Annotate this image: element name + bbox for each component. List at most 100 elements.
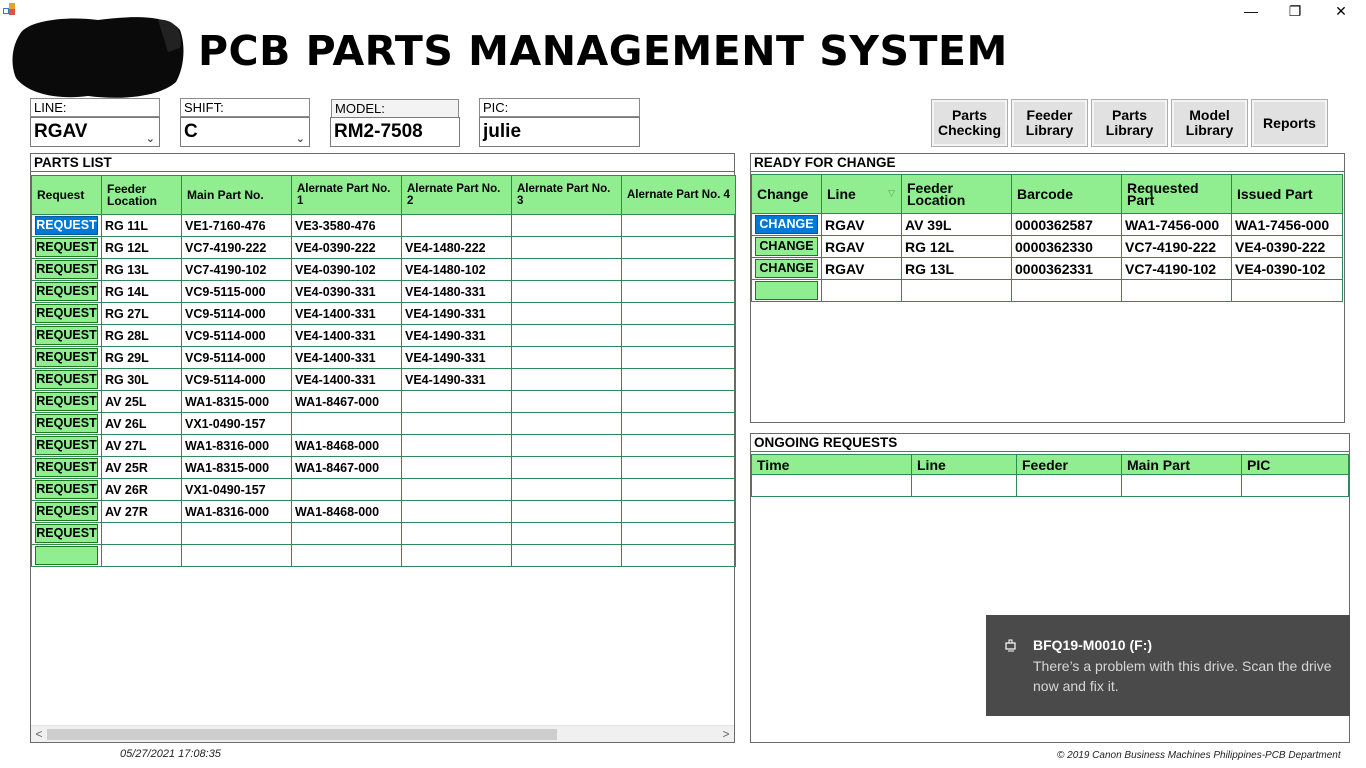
alt-part-2-cell[interactable]: VE4-1490-331: [401, 302, 512, 325]
alt-part-4-cell[interactable]: [621, 544, 736, 567]
parts-library-button[interactable]: Parts Library: [1091, 99, 1168, 147]
col-header-feeder-location[interactable]: Feeder Location: [101, 175, 182, 215]
table-row[interactable]: REQUEST RG 13L VC7-4190-102 VE4-0390-102 VE4…: [31, 258, 736, 281]
feeder-location-cell[interactable]: RG 12L: [101, 236, 182, 259]
alt-part-1-cell[interactable]: [291, 522, 402, 545]
request-button[interactable]: REQUEST: [35, 216, 98, 235]
table-row[interactable]: REQUEST RG 28L VC9-5114-000 VE4-1400-331 VE4…: [31, 324, 736, 347]
feeder-location-cell[interactable]: RG 12L: [901, 235, 1012, 258]
request-button[interactable]: REQUEST: [35, 524, 98, 543]
feeder-location-cell[interactable]: AV 25L: [101, 390, 182, 413]
col-header-time[interactable]: Time: [751, 454, 912, 475]
alt-part-3-cell[interactable]: [511, 522, 622, 545]
line-cell[interactable]: RGAV: [821, 213, 902, 236]
main-part-cell[interactable]: VC9-5115-000: [181, 280, 292, 303]
table-row[interactable]: REQUEST: [31, 522, 736, 545]
request-button[interactable]: REQUEST: [35, 480, 98, 499]
change-button[interactable]: CHANGE: [755, 215, 818, 234]
table-row[interactable]: REQUEST AV 25L WA1-8315-000 WA1-8467-000: [31, 390, 736, 413]
main-part-cell[interactable]: WA1-8316-000: [181, 434, 292, 457]
alt-part-4-cell[interactable]: [621, 412, 736, 435]
table-row[interactable]: REQUEST RG 29L VC9-5114-000 VE4-1400-331 VE4…: [31, 346, 736, 369]
table-row[interactable]: REQUEST AV 27R WA1-8316-000 WA1-8468-000: [31, 500, 736, 523]
alt-part-4-cell[interactable]: [621, 324, 736, 347]
alt-part-1-cell[interactable]: [291, 478, 402, 501]
shift-select[interactable]: C ⌄: [180, 117, 310, 147]
main-part-cell[interactable]: [181, 544, 292, 567]
restore-button[interactable]: ❐: [1272, 0, 1318, 22]
table-row[interactable]: REQUEST RG 12L VC7-4190-222 VE4-0390-222 VE4…: [31, 236, 736, 259]
alt-part-1-cell[interactable]: VE4-1400-331: [291, 302, 402, 325]
change-button[interactable]: [755, 281, 818, 300]
col-header-pic[interactable]: PIC: [1241, 454, 1349, 475]
alt-part-4-cell[interactable]: [621, 522, 736, 545]
alt-part-3-cell[interactable]: [511, 346, 622, 369]
feeder-location-cell[interactable]: RG 30L: [101, 368, 182, 391]
pic-field[interactable]: julie: [479, 117, 640, 147]
main-part-cell[interactable]: VX1-0490-157: [181, 412, 292, 435]
alt-part-2-cell[interactable]: [401, 544, 512, 567]
alt-part-1-cell[interactable]: [291, 544, 402, 567]
alt-part-4-cell[interactable]: [621, 346, 736, 369]
feeder-location-cell[interactable]: AV 27L: [101, 434, 182, 457]
alt-part-4-cell[interactable]: [621, 390, 736, 413]
parts-list-hscrollbar[interactable]: < >: [31, 725, 734, 742]
request-button[interactable]: REQUEST: [35, 392, 98, 411]
alt-part-1-cell[interactable]: VE4-0390-102: [291, 258, 402, 281]
feeder-location-cell[interactable]: [901, 279, 1012, 302]
feeder-location-cell[interactable]: AV 27R: [101, 500, 182, 523]
alt-part-2-cell[interactable]: VE4-1480-222: [401, 236, 512, 259]
request-button[interactable]: REQUEST: [35, 282, 98, 301]
alt-part-3-cell[interactable]: [511, 456, 622, 479]
table-row[interactable]: REQUEST AV 26R VX1-0490-157: [31, 478, 736, 501]
col-header-alt-part-3[interactable]: Alernate Part No. 3: [511, 175, 622, 215]
alt-part-4-cell[interactable]: [621, 434, 736, 457]
alt-part-3-cell[interactable]: [511, 412, 622, 435]
feeder-location-cell[interactable]: RG 28L: [101, 324, 182, 347]
issued-part-cell[interactable]: VE4-0390-102: [1231, 257, 1343, 280]
table-row[interactable]: [751, 474, 1349, 497]
requested-part-cell[interactable]: [1121, 279, 1232, 302]
alt-part-4-cell[interactable]: [621, 478, 736, 501]
alt-part-4-cell[interactable]: [621, 456, 736, 479]
table-cell[interactable]: [751, 474, 912, 497]
drive-error-toast[interactable]: BFQ19-M0010 (F:) There’s a problem with …: [986, 615, 1350, 716]
table-row[interactable]: REQUEST AV 27L WA1-8316-000 WA1-8468-000: [31, 434, 736, 457]
feeder-location-cell[interactable]: RG 13L: [101, 258, 182, 281]
feeder-location-cell[interactable]: RG 13L: [901, 257, 1012, 280]
alt-part-1-cell[interactable]: VE4-1400-331: [291, 324, 402, 347]
main-part-cell[interactable]: VC9-5114-000: [181, 368, 292, 391]
main-part-cell[interactable]: WA1-8315-000: [181, 390, 292, 413]
col-header-line[interactable]: Line: [911, 454, 1017, 475]
alt-part-3-cell[interactable]: [511, 258, 622, 281]
feeder-location-cell[interactable]: AV 39L: [901, 213, 1012, 236]
table-row[interactable]: REQUEST RG 14L VC9-5115-000 VE4-0390-331 VE4…: [31, 280, 736, 303]
table-row[interactable]: REQUEST AV 26L VX1-0490-157: [31, 412, 736, 435]
alt-part-1-cell[interactable]: WA1-8467-000: [291, 456, 402, 479]
table-row[interactable]: REQUEST RG 11L VE1-7160-476 VE3-3580-476: [31, 214, 736, 237]
main-part-cell[interactable]: VC9-5114-000: [181, 324, 292, 347]
request-button[interactable]: REQUEST: [35, 458, 98, 477]
col-header-issued-part[interactable]: Issued Part: [1231, 174, 1343, 214]
col-header-change[interactable]: Change: [751, 174, 822, 214]
col-header-main-part[interactable]: Main Part: [1121, 454, 1242, 475]
col-header-alt-part-4[interactable]: Alernate Part No. 4: [621, 175, 736, 215]
table-row[interactable]: REQUEST AV 25R WA1-8315-000 WA1-8467-000: [31, 456, 736, 479]
reports-button[interactable]: Reports: [1251, 99, 1328, 147]
issued-part-cell[interactable]: WA1-7456-000: [1231, 213, 1343, 236]
col-header-feeder[interactable]: Feeder: [1016, 454, 1122, 475]
alt-part-4-cell[interactable]: [621, 302, 736, 325]
close-button[interactable]: ✕: [1318, 0, 1364, 22]
table-row[interactable]: CHANGE RGAV AV 39L 0000362587 WA1-7456-000 WA…: [751, 213, 1343, 236]
alt-part-2-cell[interactable]: [401, 390, 512, 413]
alt-part-1-cell[interactable]: VE4-0390-331: [291, 280, 402, 303]
alt-part-2-cell[interactable]: VE4-1490-331: [401, 346, 512, 369]
alt-part-3-cell[interactable]: [511, 544, 622, 567]
line-cell[interactable]: RGAV: [821, 257, 902, 280]
table-row[interactable]: REQUEST RG 27L VC9-5114-000 VE4-1400-331 VE4…: [31, 302, 736, 325]
alt-part-3-cell[interactable]: [511, 302, 622, 325]
col-header-feeder-location[interactable]: Feeder Location: [901, 174, 1012, 214]
issued-part-cell[interactable]: [1231, 279, 1343, 302]
minimize-button[interactable]: —: [1228, 0, 1274, 22]
alt-part-4-cell[interactable]: [621, 236, 736, 259]
